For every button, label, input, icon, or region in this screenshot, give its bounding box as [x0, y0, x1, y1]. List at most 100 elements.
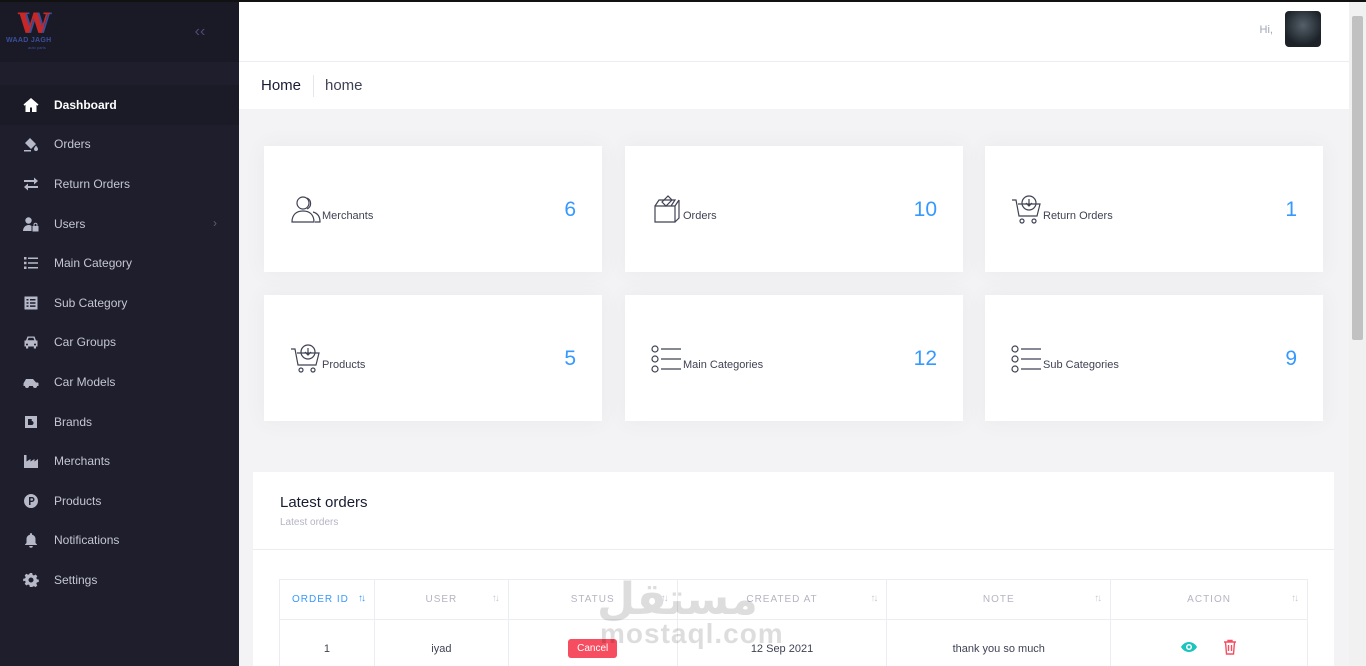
- industry-icon: [22, 452, 40, 470]
- box-icon: [651, 194, 683, 226]
- sidebar-item-label: Orders: [54, 137, 91, 152]
- stat-card-sub-categories[interactable]: Sub Categories 9: [985, 295, 1323, 421]
- stat-label: Products: [322, 359, 366, 371]
- car-icon: [22, 333, 40, 351]
- order-id-cell: 1: [279, 619, 375, 666]
- car-side-icon: [22, 373, 40, 391]
- action-cell: [1110, 619, 1308, 666]
- stat-card-products[interactable]: Products 5: [264, 295, 602, 421]
- breadcrumb-home-link[interactable]: Home: [261, 77, 301, 94]
- category-list-icon: [651, 343, 683, 375]
- cart-products-icon: [290, 343, 322, 375]
- divider: [253, 549, 1334, 550]
- stat-value: 12: [913, 347, 937, 370]
- sidebar-item-car-models[interactable]: Car Models: [0, 362, 239, 402]
- product-p-icon: [22, 492, 40, 510]
- sidebar-item-sub-category[interactable]: Sub Category: [0, 283, 239, 323]
- sidebar-item-users[interactable]: Users ›: [0, 204, 239, 244]
- column-header-label: USER: [425, 594, 458, 605]
- stat-card-main-categories[interactable]: Main Categories 12: [625, 295, 963, 421]
- sidebar-item-brands[interactable]: Brands: [0, 402, 239, 442]
- sort-icon: ↑↓: [870, 593, 878, 604]
- sidebar-item-label: Users: [54, 216, 86, 231]
- sidebar-item-notifications[interactable]: Notifications: [0, 521, 239, 561]
- column-header-user[interactable]: USER ↑↓: [373, 579, 509, 620]
- sidebar-item-car-groups[interactable]: Car Groups: [0, 323, 239, 363]
- sidebar-item-label: Car Groups: [54, 335, 117, 350]
- table-header-row: ORDER ID ↑↓ USER ↑↓ STATUS ↑↓ CREATED AT ↑↓ …: [279, 579, 1308, 620]
- logo-subtext: auto parts: [28, 45, 46, 50]
- sidebar-item-label: Merchants: [54, 454, 111, 469]
- user-greeting: Hi,: [1259, 24, 1273, 36]
- sidebar-item-label: Main Category: [54, 256, 133, 271]
- latest-orders-title: Latest orders: [280, 494, 368, 511]
- column-header-action[interactable]: ACTION ↑↓: [1110, 579, 1308, 620]
- watermark: مستقل mostaql.com: [597, 574, 783, 654]
- brand-box-icon: [22, 413, 40, 431]
- merchants-icon: [290, 194, 322, 226]
- table-row[interactable]: 1 iyad Cancel 12 Sep 2021 thank you so m…: [279, 619, 1308, 666]
- sort-icon: ↑↓: [491, 593, 500, 604]
- view-eye-icon[interactable]: [1180, 638, 1198, 659]
- stat-card-orders[interactable]: Orders 10: [625, 146, 963, 272]
- top-header: Hi,: [239, 2, 1349, 62]
- stat-value: 6: [564, 198, 576, 221]
- stat-label: Orders: [683, 210, 717, 222]
- subcategory-list-icon: [1011, 343, 1043, 375]
- list-alt-icon: [22, 294, 40, 312]
- sort-icon: ↑↓: [1094, 593, 1102, 604]
- stat-label: Merchants: [322, 210, 374, 222]
- top-border-line: [0, 0, 1366, 2]
- column-header-order-id[interactable]: ORDER ID ↑↓: [279, 579, 375, 620]
- avatar[interactable]: [1285, 11, 1321, 47]
- breadcrumb-separator: [313, 75, 314, 97]
- sidebar-collapse-icon[interactable]: ‹‹: [190, 22, 210, 42]
- paint-bucket-icon: [22, 135, 40, 153]
- breadcrumb: Home home: [239, 62, 1349, 109]
- sidebar-item-orders[interactable]: Orders: [0, 125, 239, 165]
- latest-orders-subtitle: Latest orders: [280, 517, 339, 528]
- user-lock-icon: [22, 215, 40, 233]
- stat-label: Main Categories: [683, 359, 764, 371]
- cart-return-icon: [1011, 194, 1043, 226]
- bell-icon: [22, 531, 40, 549]
- gear-icon: [22, 571, 40, 589]
- exchange-icon: [22, 175, 40, 193]
- stat-label: Return Orders: [1043, 210, 1113, 222]
- sidebar: W WAAD JAGH auto parts ‹‹ Dashboard Orde…: [0, 0, 239, 666]
- user-cell: iyad: [373, 619, 509, 666]
- sort-icon: ↑↓: [357, 593, 366, 604]
- watermark-latin: mostaql.com: [600, 618, 784, 649]
- latest-orders-card: Latest orders Latest orders ORDER ID ↑↓ U…: [253, 472, 1334, 666]
- sidebar-item-label: Car Models: [54, 374, 116, 389]
- sidebar-item-main-category[interactable]: Main Category: [0, 243, 239, 283]
- sidebar-item-merchants[interactable]: Merchants: [0, 441, 239, 481]
- stat-card-merchants[interactable]: Merchants 6: [264, 146, 602, 272]
- brand-bar: W WAAD JAGH auto parts ‹‹: [0, 0, 239, 62]
- sidebar-item-label: Sub Category: [54, 295, 128, 310]
- delete-trash-icon[interactable]: [1221, 638, 1239, 659]
- stat-value: 5: [564, 347, 576, 370]
- breadcrumb-current: home: [325, 77, 363, 94]
- sort-icon: ↑↓: [1291, 593, 1299, 604]
- list-icon: [22, 254, 40, 272]
- sidebar-item-return-orders[interactable]: Return Orders: [0, 164, 239, 204]
- sidebar-item-dashboard[interactable]: Dashboard: [0, 85, 239, 125]
- stat-card-return-orders[interactable]: Return Orders 1: [985, 146, 1323, 272]
- stat-value: 9: [1285, 347, 1297, 370]
- orders-table: ORDER ID ↑↓ USER ↑↓ STATUS ↑↓ CREATED AT ↑↓ …: [279, 579, 1308, 666]
- logo-text: WAAD JAGH: [6, 37, 52, 44]
- sidebar-item-label: Products: [54, 493, 102, 508]
- page-scrollbar[interactable]: [1349, 0, 1366, 666]
- scrollbar-thumb[interactable]: [1352, 16, 1363, 340]
- sidebar-item-label: Notifications: [54, 533, 120, 548]
- column-header-label: NOTE: [982, 594, 1015, 605]
- sidebar-item-settings[interactable]: Settings: [0, 560, 239, 600]
- column-header-label: ACTION: [1187, 594, 1231, 605]
- note-cell: thank you so much: [886, 619, 1112, 666]
- sidebar-item-products[interactable]: Products: [0, 481, 239, 521]
- brand-logo[interactable]: W WAAD JAGH auto parts: [6, 10, 70, 51]
- chevron-right-icon: ›: [213, 215, 217, 230]
- stat-value: 1: [1285, 198, 1297, 221]
- column-header-note[interactable]: NOTE ↑↓: [886, 579, 1112, 620]
